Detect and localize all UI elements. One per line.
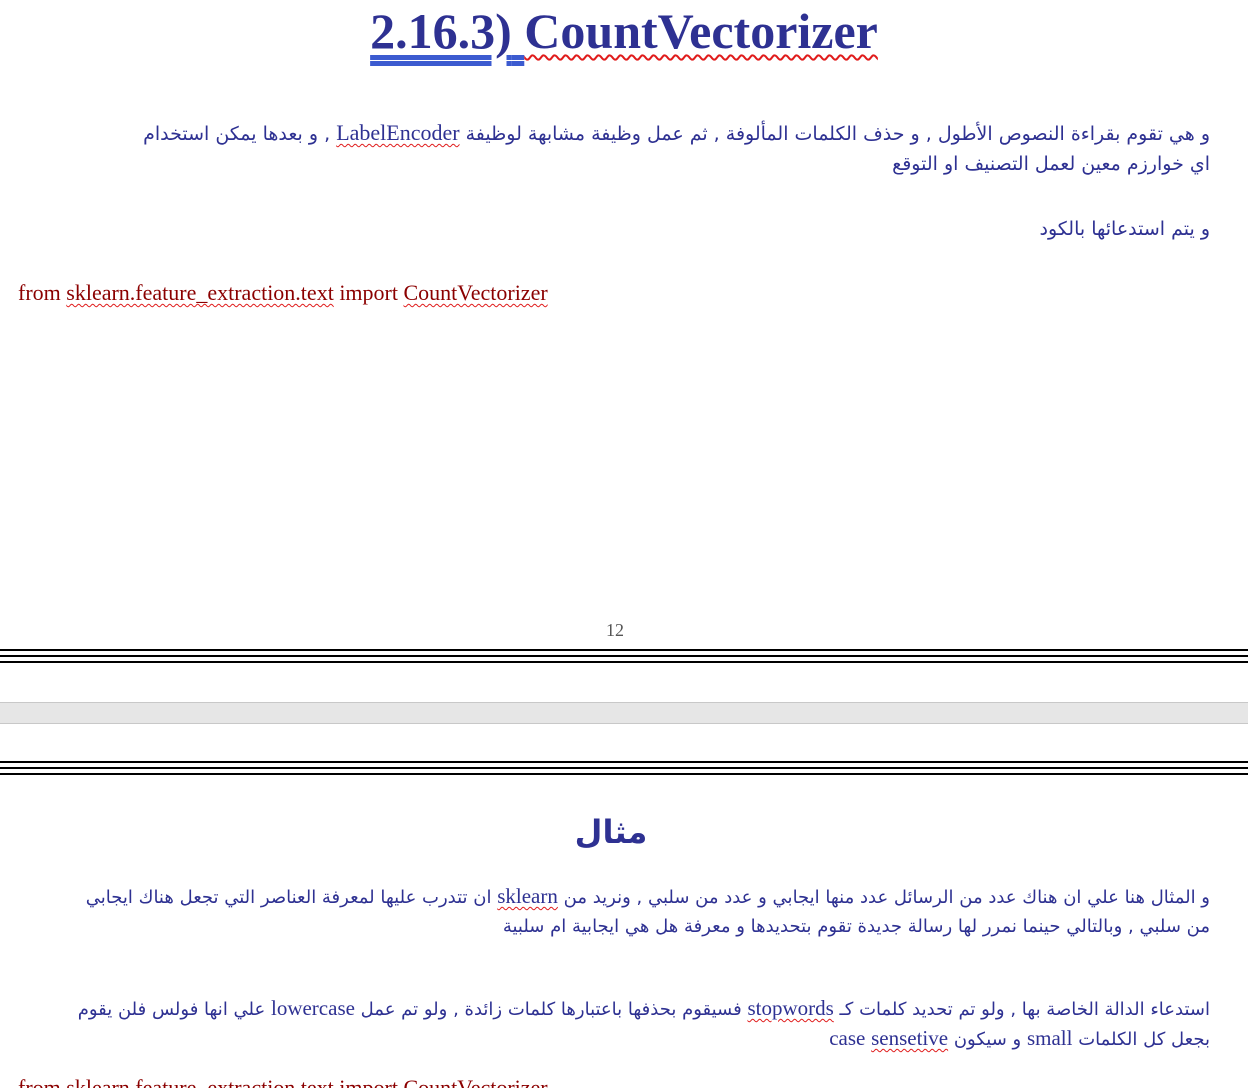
page-bottom-border-3 — [0, 661, 1248, 663]
page-bottom-border-2 — [0, 655, 1248, 657]
page-top-border-3 — [0, 773, 1248, 775]
example-paragraph: و المثال هنا علي ان هناك عدد من الرسائل … — [20, 882, 1210, 941]
stopwords-term: stopwords — [747, 996, 834, 1020]
example-line-1: و المثال هنا علي ان هناك عدد من الرسائل … — [85, 884, 1210, 908]
stopwords-line-2: بجعل كل الكلمات small و سيكون case sense… — [829, 1026, 1210, 1050]
sklearn-term: sklearn — [497, 884, 558, 908]
code-from-keyword: from — [18, 280, 61, 305]
page-top-border-2 — [0, 767, 1248, 769]
code-import-keyword: import — [339, 280, 398, 305]
case-term: case — [829, 1026, 866, 1050]
section-title: 2.16.3) CountVectorizer — [0, 0, 1248, 62]
section-number: 2.16.3) — [370, 3, 512, 59]
intro-line-2: اي خوارزم معين لعمل التصنيف او التوقع — [892, 153, 1210, 175]
page-bottom-border-1 — [0, 649, 1248, 651]
lowercase-term: lowercase — [270, 996, 355, 1020]
small-term: small — [1026, 1026, 1073, 1050]
stopwords-paragraph: استدعاء الدالة الخاصة بها , ولو تم تحديد… — [20, 994, 1210, 1054]
title-gap — [512, 3, 525, 59]
labelencoder-term: LabelEncoder — [336, 120, 460, 145]
import-code-line: from sklearn.feature_extraction.text imp… — [18, 278, 548, 308]
example-line-2: من سلبي , وبالتالي حينما نمرر لها رسالة … — [502, 916, 1210, 937]
intro-paragraph: و هي تقوم بقراءة النصوص الأطول , و حذف ا… — [20, 118, 1210, 179]
section-title-word: CountVectorizer — [524, 3, 878, 59]
cutoff-code-line: from sklearn.feature_extraction.text imp… — [18, 1076, 548, 1088]
code-class-name: CountVectorizer — [403, 280, 548, 305]
page-number: 12 — [606, 620, 624, 640]
page-gap — [0, 702, 1248, 724]
stopwords-line-1: استدعاء الدالة الخاصة بها , ولو تم تحديد… — [77, 996, 1210, 1020]
page-top-border-1 — [0, 761, 1248, 763]
intro-line-1: و هي تقوم بقراءة النصوص الأطول , و حذف ا… — [143, 120, 1210, 145]
example-heading: مثال — [574, 813, 648, 851]
sensetive-term: sensetive — [871, 1026, 949, 1050]
code-module-path: sklearn.feature_extraction.text — [66, 280, 334, 305]
usage-paragraph: و يتم استدعائها بالكود — [1039, 218, 1210, 240]
